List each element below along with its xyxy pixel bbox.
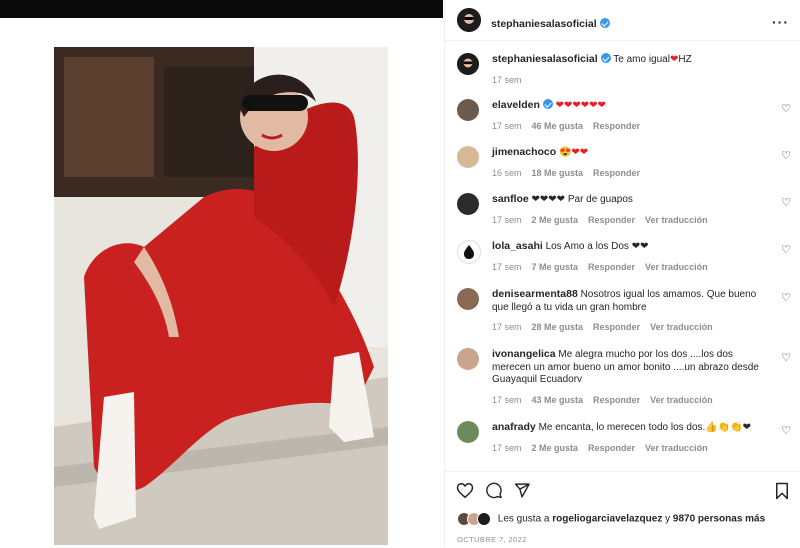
reply-button[interactable]: Responder	[593, 121, 640, 131]
comment-username[interactable]: anafrady	[492, 421, 536, 433]
comment-likes[interactable]: 7 Me gusta	[532, 262, 579, 272]
comment-text: ❤❤❤❤❤❤	[555, 100, 606, 111]
photo-illustration	[54, 47, 388, 545]
translate-button[interactable]: Ver traducción	[650, 322, 713, 332]
top-bar	[0, 0, 443, 18]
verified-icon	[599, 18, 610, 28]
comments-list[interactable]: stephaniesalasoficial Te amo igual❤HZ 17…	[445, 41, 800, 471]
comment-likes[interactable]: 18 Me gusta	[532, 168, 584, 178]
comment-likes[interactable]: 46 Me gusta	[532, 121, 584, 131]
comment-like-icon[interactable]: ♡	[781, 149, 791, 162]
comment-time[interactable]: 17 sem	[492, 395, 522, 405]
comment-likes[interactable]: 2 Me gusta	[532, 215, 579, 225]
translate-button[interactable]: Ver traducción	[650, 395, 713, 405]
comment-like-icon[interactable]: ♡	[781, 102, 791, 115]
comment-time[interactable]: 17 sem	[492, 322, 522, 332]
liker-username[interactable]: rogeliogarciavelazquez	[552, 514, 662, 525]
reply-button[interactable]: Responder	[588, 443, 635, 453]
post-actions: Les gusta a rogeliogarciavelazquez y 987…	[445, 471, 800, 548]
comment-time[interactable]: 17 sem	[492, 443, 522, 453]
comment-time[interactable]: 17 sem	[492, 262, 522, 272]
comment-username[interactable]: ivonangelica	[492, 348, 556, 360]
caption-tail: HZ	[678, 54, 692, 65]
commenter-avatar[interactable]	[457, 99, 479, 121]
likes-mid: y	[665, 513, 671, 525]
comment-username[interactable]: jimenachoco	[492, 146, 556, 158]
post-header: stephaniesalasoficial ···	[445, 0, 800, 41]
comment-icon[interactable]	[485, 482, 503, 504]
more-icon[interactable]: ···	[772, 14, 789, 30]
comment-username[interactable]: lola_asahi	[492, 240, 543, 252]
comment-like-icon[interactable]: ♡	[781, 243, 791, 256]
reply-button[interactable]: Responder	[593, 395, 640, 405]
caption-username[interactable]: stephaniesalasoficial	[492, 53, 598, 65]
comment-time[interactable]: 16 sem	[492, 168, 522, 178]
heart-outline-icon[interactable]	[456, 482, 474, 504]
share-icon[interactable]	[513, 482, 531, 504]
post-photo[interactable]	[54, 47, 388, 545]
reply-button[interactable]: Responder	[593, 168, 640, 178]
caption-time[interactable]: 17 sem	[492, 75, 522, 85]
verified-icon	[600, 53, 611, 63]
liker-avatars	[457, 512, 491, 526]
comment-like-icon[interactable]: ♡	[781, 424, 791, 437]
bookmark-icon[interactable]	[774, 482, 790, 505]
caption-avatar[interactable]	[457, 53, 479, 75]
commenter-avatar[interactable]	[457, 348, 479, 370]
comment-like-icon[interactable]: ♡	[781, 291, 791, 304]
author-username[interactable]: stephaniesalasoficial	[491, 18, 597, 30]
reply-button[interactable]: Responder	[588, 215, 635, 225]
post-side-panel: stephaniesalasoficial ··· stephaniesalas…	[444, 0, 800, 547]
commenter-avatar[interactable]	[457, 193, 479, 215]
commenter-avatar[interactable]	[457, 146, 479, 168]
comment-likes[interactable]: 2 Me gusta	[532, 443, 579, 453]
comment-like-icon[interactable]: ♡	[781, 196, 791, 209]
verified-icon	[542, 99, 553, 109]
comment-likes[interactable]: 28 Me gusta	[532, 322, 584, 332]
translate-button[interactable]: Ver traducción	[645, 262, 708, 272]
comment-time[interactable]: 17 sem	[492, 215, 522, 225]
commenter-avatar[interactable]	[457, 421, 479, 443]
comment-likes[interactable]: 43 Me gusta	[532, 395, 584, 405]
comment-username[interactable]: denisearmenta88	[492, 288, 578, 300]
likes-count[interactable]: 9870 personas más	[673, 514, 765, 525]
comment-text: Me encanta, lo merecen todo los dos.👍👏👏❤	[538, 422, 752, 433]
likes-summary: Les gusta a rogeliogarciavelazquez y 987…	[457, 512, 765, 526]
post-date[interactable]: OCTUBRE 7, 2022	[457, 535, 527, 544]
comment-text: 😍❤❤	[558, 147, 589, 158]
caption-text: Te amo igual	[613, 54, 670, 65]
comment-time[interactable]: 17 sem	[492, 121, 522, 131]
comment-username[interactable]: sanfloe	[492, 193, 529, 205]
comment-username[interactable]: elavelden	[492, 99, 540, 111]
comment-text: Los Amo a los Dos ❤❤	[545, 241, 649, 252]
reply-button[interactable]: Responder	[593, 322, 640, 332]
commenter-avatar[interactable]	[457, 288, 479, 310]
author-avatar[interactable]	[457, 8, 481, 32]
comment-like-icon[interactable]: ♡	[781, 351, 791, 364]
comment-text: ❤❤❤❤ Par de guapos	[531, 194, 633, 205]
likes-prefix: Les gusta a	[497, 513, 550, 525]
translate-button[interactable]: Ver traducción	[645, 443, 708, 453]
translate-button[interactable]: Ver traducción	[645, 215, 708, 225]
reply-button[interactable]: Responder	[588, 262, 635, 272]
commenter-avatar[interactable]	[457, 240, 481, 264]
